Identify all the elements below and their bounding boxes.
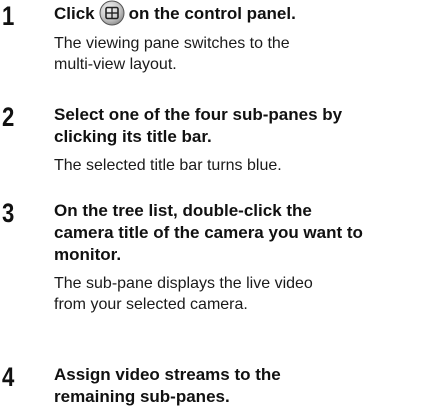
instruction-line: clicking its title bar.	[54, 127, 212, 146]
multi-view-grid-icon	[99, 0, 125, 26]
instruction-page: 1 Click on the control panel. The viewin…	[0, 0, 435, 411]
step-instruction: On the tree list, double-click the camer…	[54, 200, 429, 266]
step-number: 3	[2, 198, 15, 228]
instruction-line: remaining sub-panes.	[54, 387, 230, 406]
instruction-line: Assign video streams to the	[54, 365, 281, 384]
step-body: Select one of the four sub-panes by clic…	[54, 104, 429, 176]
instruction-text: on the control panel.	[128, 4, 296, 23]
step-instruction: Click on the control panel.	[54, 0, 429, 26]
step-description: The sub-pane displays the live video fro…	[54, 273, 429, 315]
step-number: 4	[2, 362, 15, 392]
instruction-line: monitor.	[54, 245, 122, 264]
step-instruction: Assign video streams to the remaining su…	[54, 364, 429, 408]
step-body: On the tree list, double-click the camer…	[54, 200, 429, 315]
step-description: The viewing pane switches to the multi-v…	[54, 33, 429, 75]
description-line: The viewing pane switches to the	[54, 34, 290, 52]
instruction-line: On the tree list, double-click the	[54, 201, 312, 220]
step-number: 1	[2, 1, 15, 31]
step-instruction: Select one of the four sub-panes by clic…	[54, 104, 429, 148]
description-line: The sub-pane displays the live video	[54, 275, 313, 292]
step-body: Assign video streams to the remaining su…	[54, 364, 429, 408]
instruction-line: camera title of the camera you want to	[54, 223, 363, 242]
step-description: The selected title bar turns blue.	[54, 155, 429, 176]
step-body: Click on the control panel. The viewing …	[54, 0, 429, 75]
description-line: The selected title bar turns blue.	[54, 157, 282, 174]
step-number: 2	[2, 102, 15, 132]
instruction-line: Select one of the four sub-panes by	[54, 105, 343, 124]
description-line: from your selected camera.	[54, 296, 248, 313]
description-line: multi-view layout.	[54, 55, 177, 73]
instruction-text: Click	[54, 4, 95, 23]
